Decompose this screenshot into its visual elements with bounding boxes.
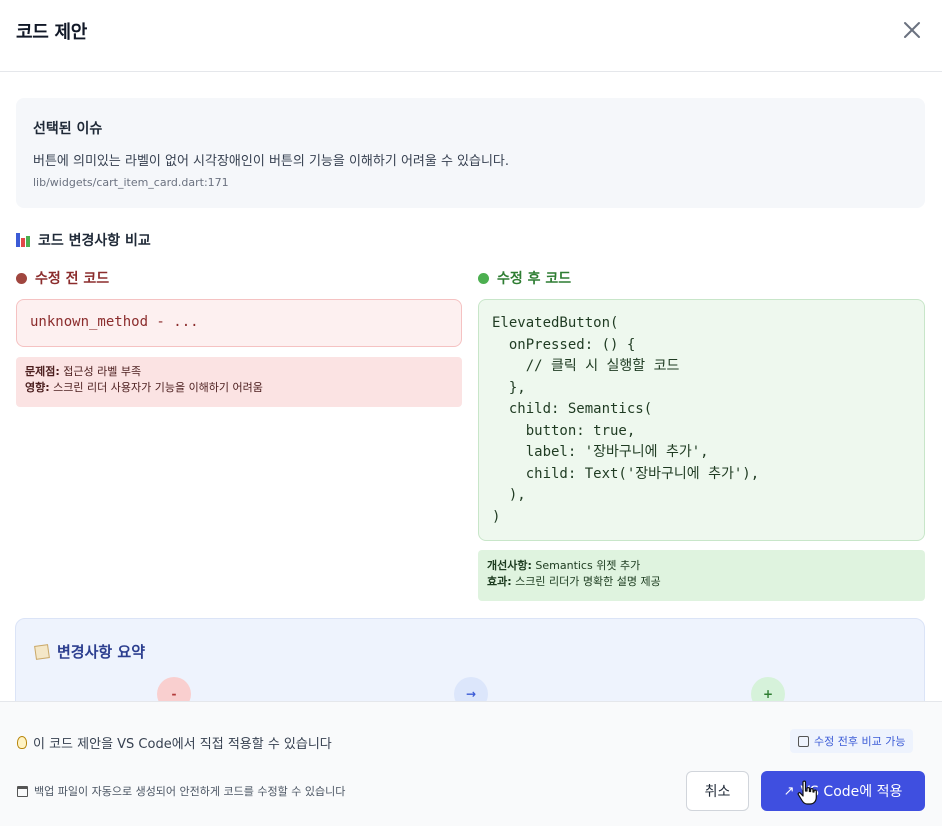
dialog-footer: 이 코드 제안을 VS Code에서 직접 적용할 수 있습니다 수정 전후 비… [0,701,942,826]
backup-note: 백업 파일이 자동으로 생성되어 안전하게 코드를 수정할 수 있습니다 [17,783,345,799]
hand-pointer-icon [797,780,817,805]
problem-line: 문제점: 접근성 라벨 부족 [25,364,453,380]
compare-heading: 코드 변경사항 비교 [16,230,151,250]
memo-icon [34,643,50,660]
improvement-line: 개선사항: Semantics 위젯 추가 [487,558,916,574]
rocket-icon: ↗ [783,783,795,799]
close-icon [904,22,920,38]
dialog-header: 코드 제안 [0,0,942,72]
before-dot-icon [16,272,27,284]
effect-line: 효과: 스크린 리더가 명확한 설명 제공 [487,574,916,590]
refresh-icon [798,735,809,747]
problem-text: 접근성 라벨 부족 [59,365,142,378]
issue-heading: 선택된 이슈 [33,121,103,137]
issue-location: lib/widgets/cart_item_card.dart:171 [33,176,229,189]
compare-available-badge: 수정 전후 비교 가능 [790,729,914,753]
vscode-info: 이 코드 제안을 VS Code에서 직접 적용할 수 있습니다 [17,733,332,752]
before-code-block: unknown_method - ... [16,299,462,347]
after-code-block: ElevatedButton( onPressed: () { // 클릭 시 … [478,299,925,541]
after-dot-icon [478,272,489,284]
lightbulb-icon [17,736,27,749]
vscode-info-text: 이 코드 제안을 VS Code에서 직접 적용할 수 있습니다 [33,737,332,752]
before-label-text: 수정 전 코드 [35,271,110,287]
compare-badge-text: 수정 전후 비교 가능 [814,735,906,748]
close-button[interactable] [898,16,926,44]
after-improvement-note: 개선사항: Semantics 위젯 추가 효과: 스크린 리더가 명확한 설명… [478,550,925,601]
summary-heading-label: 변경사항 요약 [57,643,146,661]
selected-issue-card: 선택된 이슈 버튼에 의미있는 라벨이 없어 시각장애인이 버튼의 기능을 이해… [16,98,925,208]
improvement-text: Semantics 위젯 추가 [531,559,641,572]
after-code-text: ElevatedButton( onPressed: () { // 클릭 시 … [492,315,760,525]
cancel-button[interactable]: 취소 [686,771,749,811]
bar-chart-icon [16,233,32,247]
summary-heading: 변경사항 요약 [34,641,146,662]
improvement-label: 개선사항: [487,559,532,572]
issue-description: 버튼에 의미있는 라벨이 없어 시각장애인이 버튼의 기능을 이해하기 어려울 … [33,154,510,169]
impact-label: 영향: [25,381,50,394]
after-label-text: 수정 후 코드 [497,271,572,287]
before-problem-note: 문제점: 접근성 라벨 부족 영향: 스크린 리더 사용자가 기능을 이해하기 … [16,357,462,407]
apply-vscode-button[interactable]: ↗ VS Code에 적용 [761,771,925,811]
backup-note-text: 백업 파일이 자동으로 생성되어 안전하게 코드를 수정할 수 있습니다 [34,785,346,798]
impact-line: 영향: 스크린 리더 사용자가 기능을 이해하기 어려움 [25,380,453,396]
effect-label: 효과: [487,575,512,588]
before-code-label: 수정 전 코드 [16,268,109,288]
dialog-title: 코드 제안 [16,22,88,43]
problem-label: 문제점: [25,365,60,378]
compare-heading-label: 코드 변경사항 비교 [38,233,151,249]
effect-text: 스크린 리더가 명확한 설명 제공 [511,575,661,588]
calendar-icon [17,785,28,797]
impact-text: 스크린 리더 사용자가 기능을 이해하기 어려움 [49,381,263,394]
after-code-label: 수정 후 코드 [478,268,571,288]
